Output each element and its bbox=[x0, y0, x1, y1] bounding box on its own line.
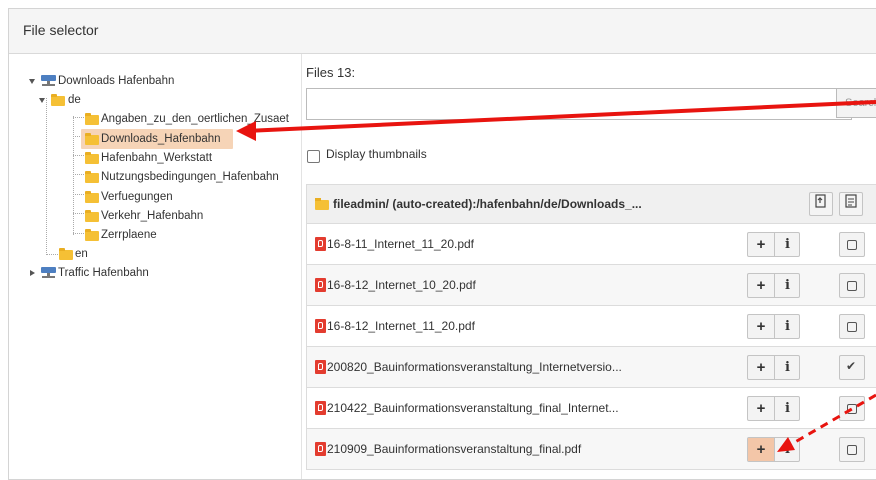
annotation-arrow-to-folder bbox=[245, 100, 876, 133]
annotation-arrowhead bbox=[236, 121, 256, 141]
annotation-arrowhead bbox=[777, 437, 795, 452]
annotation-arrow-to-add-button bbox=[789, 393, 876, 447]
annotation-overlay bbox=[236, 100, 876, 452]
